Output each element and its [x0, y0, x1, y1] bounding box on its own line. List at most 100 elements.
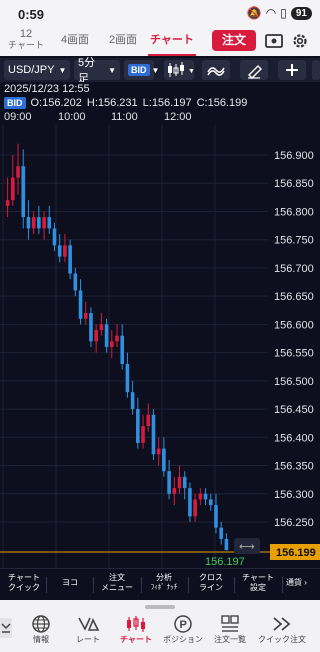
scroll-arrows-icon[interactable]: ⟷ — [234, 538, 260, 554]
nav-label: 情報 — [33, 635, 49, 644]
menu-horizontal[interactable]: ヨコ — [52, 573, 88, 588]
menu-divider — [46, 577, 47, 593]
close-value: C:156.199 — [196, 97, 248, 109]
tab-12-chart[interactable]: 12 チャート — [8, 28, 44, 56]
nav-quick-order[interactable]: クイック注文 — [256, 614, 308, 645]
time-tick: 09:00 — [4, 111, 32, 123]
collapse-button[interactable] — [0, 618, 12, 640]
menu-label: チャート — [242, 573, 274, 582]
menu-order[interactable]: 注文 メニュー — [97, 573, 137, 593]
menu-analysis[interactable]: 分析 ﾌｨﾎﾞ ﾅｯﾁ — [144, 573, 184, 593]
screen-tabs: 12 チャート 4画面 2画面 チャート 注文 — [0, 28, 320, 56]
time-tick: 12:00 — [164, 111, 192, 123]
price-tick-label: 156.600 — [274, 319, 314, 331]
menu-sublabel: 設定 — [250, 583, 266, 592]
chevron-down-icon: ▼ — [151, 65, 160, 75]
price-tick-label: 156.350 — [274, 461, 314, 473]
tab-4-screens[interactable]: 4画面 — [56, 28, 94, 56]
tab-12-label: 12 — [19, 28, 33, 40]
side-select[interactable]: BID ▼ — [124, 60, 159, 80]
chart-type-button[interactable]: ▼ — [164, 60, 195, 80]
wifi-icon: ◠ — [265, 6, 277, 20]
add-icon[interactable] — [278, 60, 306, 80]
indicator-icon[interactable] — [202, 60, 230, 80]
screen-record-icon[interactable] — [264, 32, 284, 50]
menu-currency[interactable]: 通貨 › — [286, 573, 320, 588]
menu-sublabel: メニュー — [101, 583, 133, 592]
menu-label: 通貨 — [286, 578, 302, 587]
candle-body — [11, 177, 15, 201]
interval-select[interactable]: 5分足 ▼ — [74, 57, 120, 85]
time-axis: 09:00 10:00 11:00 12:00 — [0, 111, 268, 125]
candle-body — [172, 488, 177, 494]
currency-pair-value: USD/JPY — [8, 64, 55, 76]
nav-chart[interactable]: チャート — [113, 614, 159, 645]
candle-body — [130, 392, 135, 410]
bottom-nav: 情報 レート チャート P ポジション 注文一覧 クイック注文 — [0, 600, 320, 652]
status-bar: 0:59 🔕 ◠ ▯ 91 — [0, 0, 320, 28]
candle-body — [125, 363, 130, 393]
candle-body — [167, 471, 171, 494]
chart-canvas[interactable]: 156.900 156.850 156.800 156.750 156.700 156.6… — [0, 125, 320, 568]
candle — [188, 482, 192, 522]
menu-crossline[interactable]: クロス ライン — [192, 573, 230, 593]
nav-label: ポジション — [163, 635, 203, 644]
chevron-down-icon: ▼ — [108, 65, 116, 75]
menu-chart-settings[interactable]: チャート 設定 — [238, 573, 278, 593]
candle-body — [73, 273, 78, 291]
time-tick: 10:00 — [58, 111, 86, 123]
menu-sublabel: ﾌｨﾎﾞ ﾅｯﾁ — [150, 584, 178, 591]
menu-sublabel: クイック — [8, 583, 40, 592]
candle-body — [57, 245, 62, 257]
menu-label: 分析 — [156, 573, 172, 582]
nav-label: チャート — [120, 635, 152, 644]
price-tick-label: 156.850 — [274, 178, 314, 190]
side-badge: BID — [4, 97, 26, 109]
menu-sublabel: ライン — [199, 583, 223, 592]
gear-icon[interactable] — [290, 32, 310, 50]
order-button[interactable]: 注文 — [212, 30, 256, 51]
menu-chart-quick[interactable]: チャート クイック — [4, 573, 44, 593]
price-tick-label: 156.900 — [274, 150, 314, 162]
candle-body — [177, 476, 182, 489]
order-list-icon — [207, 614, 253, 634]
tab-2-screens[interactable]: 2画面 — [104, 28, 142, 56]
vibrate-icon: ▯ — [280, 6, 287, 20]
candle-body — [42, 217, 46, 229]
nav-info[interactable]: 情報 — [18, 614, 64, 645]
nav-order-list[interactable]: 注文一覧 — [207, 614, 253, 645]
candle-body — [214, 505, 218, 528]
tab-chart[interactable]: チャート — [148, 28, 196, 56]
candle-body — [182, 476, 187, 489]
menu-divider — [234, 577, 235, 593]
menu-divider — [141, 577, 142, 593]
candle-body — [5, 200, 10, 206]
nav-rate[interactable]: レート — [65, 614, 111, 645]
price-tick-label: 156.300 — [274, 489, 314, 501]
price-tick-label: 156.400 — [274, 432, 314, 444]
svg-text:P: P — [180, 619, 187, 631]
quick-order-icon — [256, 614, 308, 634]
candle-body — [120, 335, 125, 364]
currency-pair-select[interactable]: USD/JPY ▼ — [4, 60, 70, 80]
toolbar-more[interactable] — [312, 60, 320, 80]
candle-body — [136, 409, 140, 443]
menu-label: 注文 — [109, 573, 125, 582]
candle-body — [224, 538, 229, 551]
candle — [89, 307, 93, 347]
price-tick-label: 156.500 — [274, 376, 314, 388]
candle-body — [193, 499, 197, 517]
candle-info: 2025/12/23 12:55 BID O:156.202 H:156.231… — [0, 82, 320, 112]
candle-body — [68, 245, 72, 274]
candle-body — [99, 324, 104, 331]
nav-label: 注文一覧 — [214, 635, 246, 644]
nav-position[interactable]: P ポジション — [160, 614, 206, 645]
status-icons: 🔕 ◠ ▯ 91 — [247, 6, 312, 20]
position-icon: P — [160, 614, 206, 634]
candle-body — [52, 228, 57, 246]
draw-pen-icon[interactable] — [240, 60, 268, 80]
sheet-handle[interactable] — [145, 605, 175, 609]
candle-body — [63, 245, 67, 257]
candle — [68, 239, 72, 280]
candlestick-chart[interactable]: 156.900 156.850 156.800 156.750 156.700 156.6… — [0, 125, 320, 568]
